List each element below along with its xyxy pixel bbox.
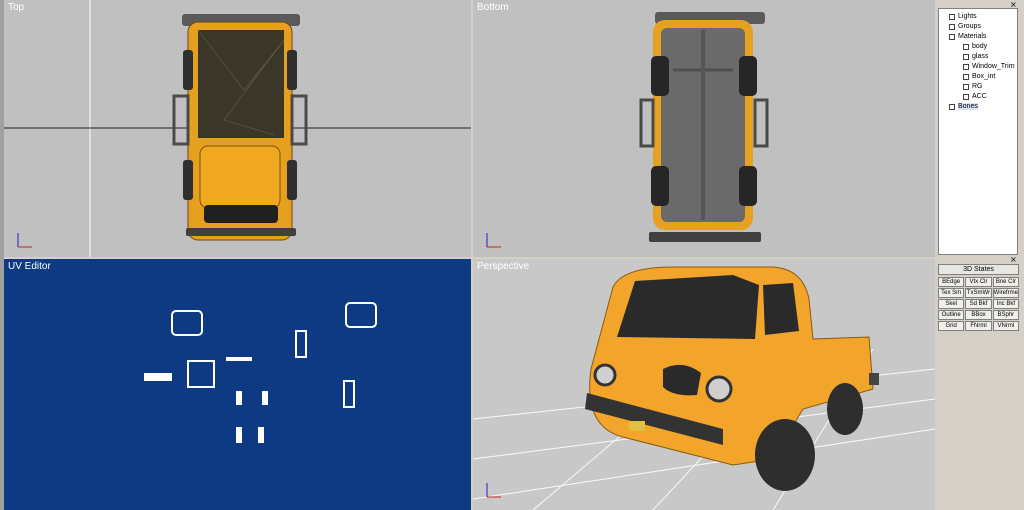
state-button-grid[interactable]: Grid — [938, 321, 965, 331]
tree-item-body[interactable]: body — [963, 43, 987, 50]
state-button-outline[interactable]: Outline — [938, 310, 965, 320]
viewport-uv-label: UV Editor — [8, 261, 51, 272]
axis-gizmo-perspective — [486, 483, 501, 498]
material-icon — [963, 93, 969, 100]
viewport-uv-editor[interactable]: UV Editor — [4, 259, 471, 510]
material-icon — [963, 43, 969, 50]
tree-item-lights[interactable]: Lights — [949, 13, 977, 20]
tree-item-bones[interactable]: Bones — [949, 103, 978, 110]
state-button-txsmwr[interactable]: TxSmWr — [965, 288, 992, 298]
material-icon — [963, 53, 969, 60]
tree-item-groups[interactable]: Groups — [949, 23, 981, 30]
viewport-bottom-label: Bottom — [477, 2, 509, 13]
state-button-tex-sm[interactable]: Tex Sm — [938, 288, 965, 298]
group-icon — [949, 23, 955, 30]
states-title: 3D States — [938, 264, 1019, 275]
state-button-bsphr[interactable]: BSphr — [992, 310, 1019, 320]
viewport-bottom[interactable]: Bottom — [473, 0, 935, 257]
tree-item-glass[interactable]: glass — [963, 53, 988, 60]
material-icon — [963, 83, 969, 90]
axis-gizmo-top — [17, 233, 32, 248]
materials-icon — [949, 33, 955, 40]
state-button-wireframe[interactable]: Wirefrme — [992, 288, 1019, 298]
viewport-top[interactable]: Top — [4, 0, 471, 257]
material-icon — [963, 63, 969, 70]
state-button-skel[interactable]: Skel — [938, 299, 965, 309]
states-buttons: BEdge Vtx Clr Bne Clr Tex Sm TxSmWr Wire… — [938, 277, 1019, 331]
bottom-view-graphic — [639, 12, 769, 242]
tree-item-acc[interactable]: ACC — [963, 93, 987, 100]
state-button-bbox[interactable]: BBox — [965, 310, 992, 320]
axis-gizmo-bottom — [486, 233, 501, 248]
tree-item-window-trim[interactable]: Window_Trim — [963, 63, 1015, 70]
tree-item-materials[interactable]: Materials — [949, 33, 986, 40]
state-button-vnrml[interactable]: VNrml — [992, 321, 1019, 331]
states-close-icon[interactable]: × — [1010, 255, 1017, 264]
state-button-sd-bkf[interactable]: Sd Bkf — [965, 299, 992, 309]
state-button-bedge[interactable]: BEdge — [938, 277, 965, 287]
state-button-vtx-clr[interactable]: Vtx Clr — [965, 277, 992, 287]
state-button-inc-bkf[interactable]: Inc Bkf — [992, 299, 1019, 309]
viewport-perspective[interactable]: Perspective — [473, 259, 935, 510]
states-panel: 3D States BEdge Vtx Clr Bne Clr Tex Sm T… — [938, 264, 1019, 331]
state-button-fnrml[interactable]: FNrml — [965, 321, 992, 331]
bones-icon — [949, 103, 955, 110]
viewport-perspective-label: Perspective — [477, 261, 530, 272]
state-button-bne-clr[interactable]: Bne Clr — [992, 277, 1019, 287]
perspective-view-graphic — [473, 266, 935, 510]
light-icon — [949, 13, 955, 20]
tree-item-box-int[interactable]: Box_int — [963, 73, 995, 80]
top-view-graphic — [4, 0, 471, 257]
material-icon — [963, 73, 969, 80]
viewport-top-label: Top — [8, 2, 25, 13]
tree-item-rg[interactable]: RG — [963, 83, 983, 90]
scene-tree[interactable]: Lights Groups Materials body glass Windo… — [938, 8, 1018, 255]
uv-islands — [144, 302, 377, 443]
